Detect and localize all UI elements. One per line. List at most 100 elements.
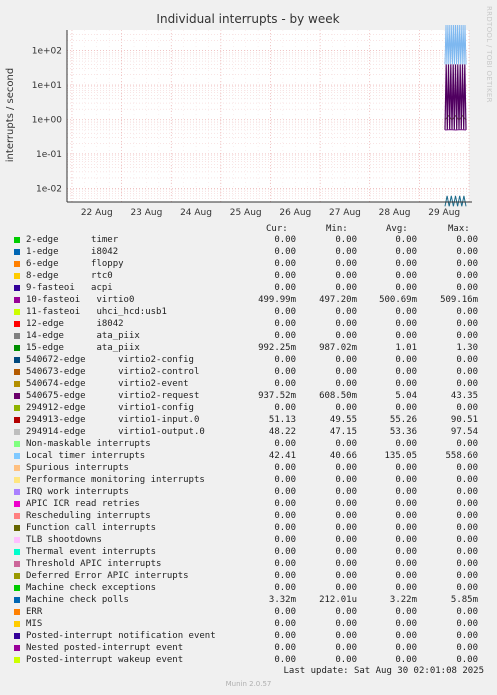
legend-max-value: 0.00 bbox=[456, 547, 478, 557]
legend-max-value: 0.00 bbox=[456, 475, 478, 485]
legend-row: 9-fasteoi acpi 0.00 0.00 0.00 0.00 bbox=[0, 282, 497, 294]
legend-min-value: 0.00 bbox=[335, 439, 357, 449]
legend-max-value: 0.00 bbox=[456, 367, 478, 377]
legend-label: Spurious interrupts bbox=[26, 463, 129, 473]
legend-avg-value: 5.04 bbox=[395, 391, 417, 401]
legend-cur-value: 0.00 bbox=[274, 475, 296, 485]
legend-cur-value: 0.00 bbox=[274, 571, 296, 581]
legend-row: 540673-edge virtio2-control 0.00 0.00 0.00 0… bbox=[0, 366, 497, 378]
y-tick-label: 1e+02 bbox=[32, 47, 62, 57]
legend-avg-value: 0.00 bbox=[395, 655, 417, 665]
legend-max-value: 0.00 bbox=[456, 235, 478, 245]
legend-min-value: 0.00 bbox=[335, 379, 357, 389]
legend-min-value: 0.00 bbox=[335, 463, 357, 473]
legend-min-value: 0.00 bbox=[335, 271, 357, 281]
legend-label: Nested posted-interrupt event bbox=[26, 643, 184, 653]
legend-max-value: 0.00 bbox=[456, 403, 478, 413]
legend-min-value: 0.00 bbox=[335, 499, 357, 509]
legend-min-value: 0.00 bbox=[335, 319, 357, 329]
legend-row: Spurious interrupts 0.00 0.00 0.00 0.00 bbox=[0, 462, 497, 474]
legend-label: Machine check polls bbox=[26, 595, 129, 605]
legend-row: Thermal event interrupts 0.00 0.00 0.00 0.00 bbox=[0, 546, 497, 558]
legend-row: 294913-edge virtio1-input.0 51.13 49.55 55.… bbox=[0, 414, 497, 426]
legend-row: 540675-edge virtio2-request 937.52m 608.50… bbox=[0, 390, 497, 402]
legend-cur-value: 48.22 bbox=[268, 427, 296, 437]
legend-label: ERR bbox=[26, 607, 43, 617]
legend-min-value: 0.00 bbox=[335, 307, 357, 317]
legend-cur-value: 0.00 bbox=[274, 463, 296, 473]
legend-min-value: 0.00 bbox=[335, 523, 357, 533]
legend-avg-value: 0.00 bbox=[395, 499, 417, 509]
header-cur: Cur: bbox=[266, 224, 288, 234]
x-tick-label: 24 Aug bbox=[180, 208, 212, 218]
legend-swatch bbox=[14, 549, 20, 555]
legend-max-value: 0.00 bbox=[456, 583, 478, 593]
legend-row: Threshold APIC interrupts 0.00 0.00 0.00 0.0… bbox=[0, 558, 497, 570]
legend-avg-value: 0.00 bbox=[395, 643, 417, 653]
last-update: Last update: Sat Aug 30 02:01:08 2025 bbox=[283, 666, 484, 676]
legend-label: 540673-edge virtio2-control bbox=[26, 367, 200, 377]
legend-avg-value: 0.00 bbox=[395, 547, 417, 557]
legend-max-value: 0.00 bbox=[456, 619, 478, 629]
legend-swatch bbox=[14, 285, 20, 291]
legend-row: 10-fasteoi virtio0 499.99m 497.20m 500.69m 5… bbox=[0, 294, 497, 306]
legend-swatch bbox=[14, 381, 20, 387]
legend-swatch bbox=[14, 453, 20, 459]
legend-avg-value: 0.00 bbox=[395, 271, 417, 281]
legend-swatch bbox=[14, 657, 20, 663]
legend-max-value: 0.00 bbox=[456, 631, 478, 641]
legend-min-value: 0.00 bbox=[335, 643, 357, 653]
legend-min-value: 0.00 bbox=[335, 571, 357, 581]
legend-label: 540675-edge virtio2-request bbox=[26, 391, 200, 401]
legend-label: 1-edge i8042 bbox=[26, 247, 119, 257]
legend-min-value: 0.00 bbox=[335, 331, 357, 341]
legend-swatch bbox=[14, 405, 20, 411]
legend-cur-value: 0.00 bbox=[274, 271, 296, 281]
legend-swatch bbox=[14, 477, 20, 483]
legend-min-value: 608.50m bbox=[319, 391, 357, 401]
legend-label: 10-fasteoi virtio0 bbox=[26, 295, 135, 305]
legend-swatch bbox=[14, 333, 20, 339]
legend-max-value: 0.00 bbox=[456, 319, 478, 329]
legend-row: Performance monitoring interrupts 0.00 0.0… bbox=[0, 474, 497, 486]
legend-swatch bbox=[14, 441, 20, 447]
legend-swatch bbox=[14, 501, 20, 507]
legend-row: Deferred Error APIC interrupts 0.00 0.00 0.… bbox=[0, 570, 497, 582]
legend-min-value: 0.00 bbox=[335, 247, 357, 257]
legend-cur-value: 0.00 bbox=[274, 631, 296, 641]
legend-swatch bbox=[14, 573, 20, 579]
legend-max-value: 509.16m bbox=[440, 295, 478, 305]
legend-cur-value: 0.00 bbox=[274, 499, 296, 509]
legend-avg-value: 0.00 bbox=[395, 475, 417, 485]
legend-max-value: 0.00 bbox=[456, 571, 478, 581]
legend-swatch bbox=[14, 633, 20, 639]
legend-row: 540672-edge virtio2-config 0.00 0.00 0.00 0.… bbox=[0, 354, 497, 366]
legend-avg-value: 0.00 bbox=[395, 523, 417, 533]
legend-avg-value: 0.00 bbox=[395, 331, 417, 341]
x-tick-label: 29 Aug bbox=[428, 208, 460, 218]
legend-label: Local timer interrupts bbox=[26, 451, 146, 461]
legend-avg-value: 0.00 bbox=[395, 607, 417, 617]
legend-min-value: 0.00 bbox=[335, 583, 357, 593]
legend-label: MIS bbox=[26, 619, 43, 629]
legend-swatch bbox=[14, 429, 20, 435]
legend-min-value: 0.00 bbox=[335, 259, 357, 269]
legend-avg-value: 0.00 bbox=[395, 559, 417, 569]
y-tick-labels: 1e+02 1e+01 1e+00 1e-01 1e-02 bbox=[32, 47, 63, 195]
x-tick-label: 23 Aug bbox=[130, 208, 162, 218]
legend-min-value: 0.00 bbox=[335, 655, 357, 665]
legend-avg-value: 1.01 bbox=[395, 343, 417, 353]
y-axis-label: interrupts / second bbox=[5, 68, 16, 162]
legend-swatch bbox=[14, 537, 20, 543]
legend-swatch bbox=[14, 597, 20, 603]
legend-row: Posted-interrupt notification event 0.00 0… bbox=[0, 630, 497, 642]
legend-swatch bbox=[14, 237, 20, 243]
legend-swatch bbox=[14, 621, 20, 627]
x-tick-label: 22 Aug bbox=[81, 208, 113, 218]
legend-cur-value: 0.00 bbox=[274, 367, 296, 377]
legend-avg-value: 0.00 bbox=[395, 319, 417, 329]
legend-avg-value: 0.00 bbox=[395, 535, 417, 545]
legend-swatch bbox=[14, 297, 20, 303]
legend-cur-value: 0.00 bbox=[274, 403, 296, 413]
legend-cur-value: 499.99m bbox=[258, 295, 296, 305]
